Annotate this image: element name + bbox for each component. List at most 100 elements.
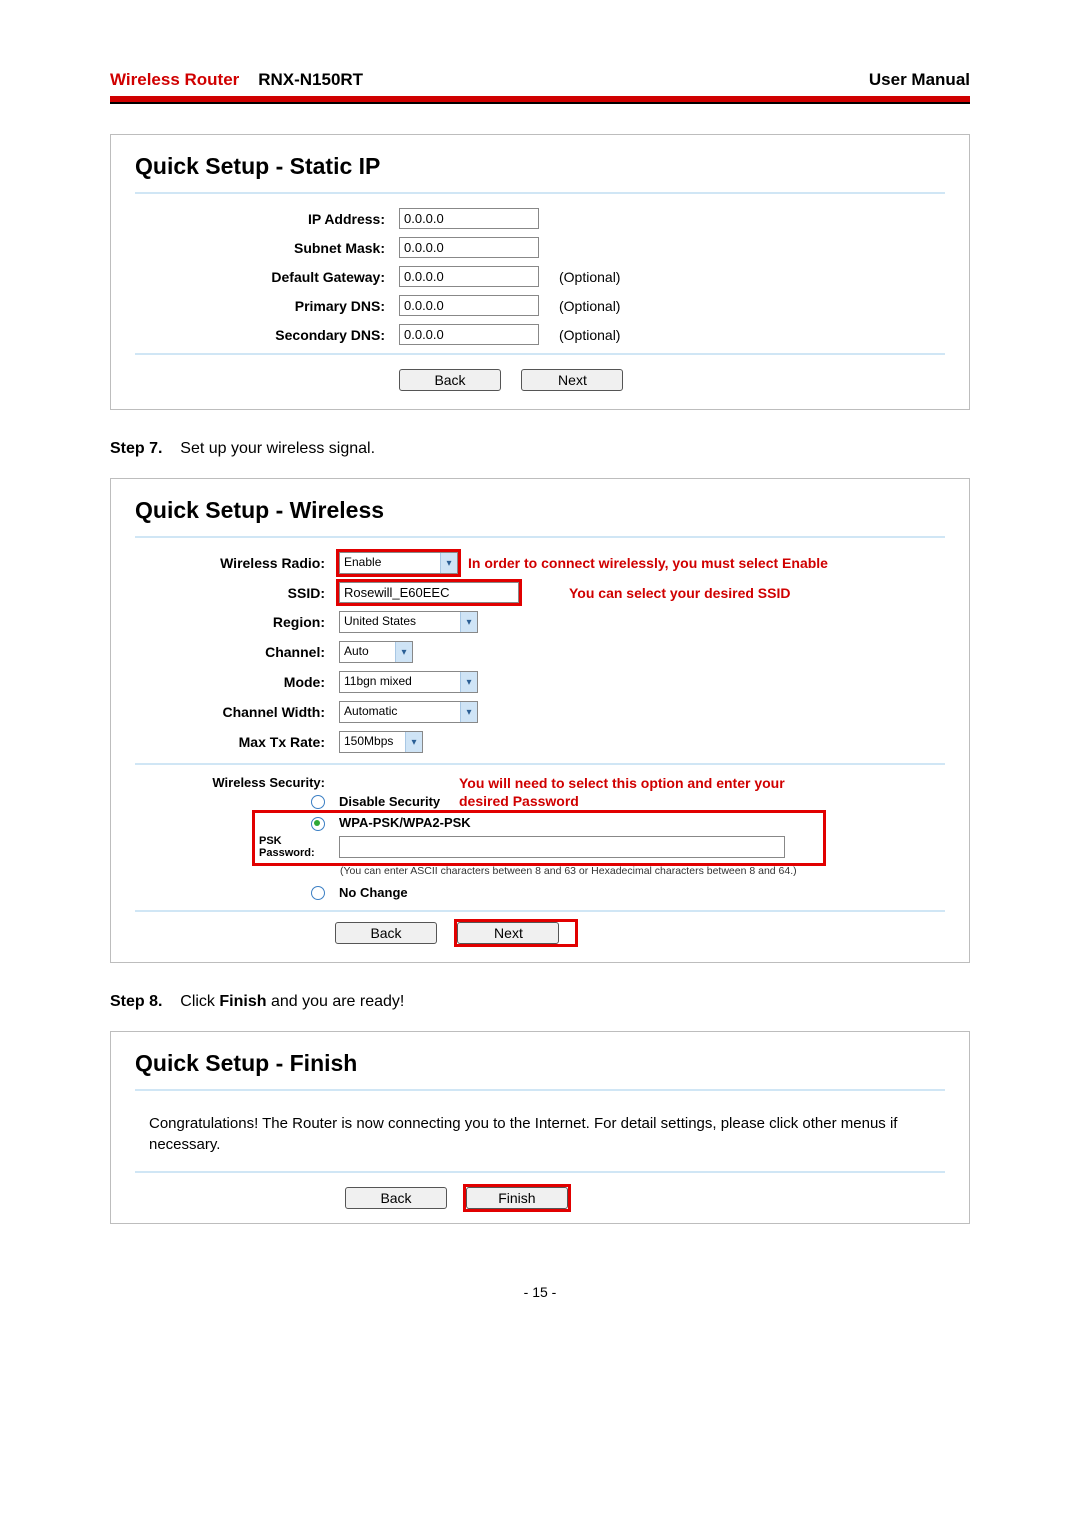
button-row: Back Finish (135, 1187, 945, 1209)
panel-wireless: Quick Setup - Wireless Wireless Radio: E… (110, 478, 970, 963)
step-8-text-prefix: Click (180, 993, 219, 1010)
select-value: United States (340, 612, 460, 632)
panel-static-ip: Quick Setup - Static IP IP Address: Subn… (110, 134, 970, 410)
radio-wpa-psk[interactable] (311, 817, 325, 831)
select-channel[interactable]: Auto ▾ (339, 641, 413, 663)
annot-wireless-radio: In order to connect wirelessly, you must… (468, 555, 828, 571)
highlight-box: Next (457, 922, 575, 944)
divider (135, 1089, 945, 1091)
finish-button[interactable]: Finish (466, 1187, 568, 1209)
button-row: Back Next (135, 369, 945, 391)
label-region: Region: (135, 614, 339, 630)
row-mask: Subnet Mask: (135, 237, 945, 258)
finish-body: Congratulations! The Router is now conne… (135, 1105, 945, 1165)
highlight-box: Enable ▾ (339, 552, 458, 574)
page-header: Wireless Router RNX-N150RT User Manual (110, 70, 970, 96)
input-dns2[interactable] (399, 324, 539, 345)
label-dns2: Secondary DNS: (135, 327, 399, 343)
select-value: Enable (340, 553, 440, 573)
input-gateway[interactable] (399, 266, 539, 287)
header-divider (110, 96, 970, 104)
divider (135, 763, 945, 765)
opt-disable-label: Disable Security (339, 794, 459, 809)
label-ssid: SSID: (135, 585, 339, 601)
chevron-down-icon: ▾ (440, 553, 457, 573)
step-7-text: Set up your wireless signal. (180, 440, 375, 457)
chevron-down-icon: ▾ (460, 672, 477, 692)
input-ip[interactable] (399, 208, 539, 229)
row-opt-nochange: No Change (135, 885, 945, 901)
chevron-down-icon: ▾ (460, 702, 477, 722)
step-8-text-bold: Finish (219, 993, 266, 1010)
header-left: Wireless Router RNX-N150RT (110, 70, 363, 90)
back-button[interactable]: Back (335, 922, 437, 944)
label-wireless-security: Wireless Security: (135, 775, 339, 790)
aux-dns2: (Optional) (559, 327, 620, 343)
divider (135, 910, 945, 912)
back-button[interactable]: Back (345, 1187, 447, 1209)
row-gateway: Default Gateway: (Optional) (135, 266, 945, 287)
row-ssid: SSID: You can select your desired SSID (135, 582, 945, 603)
annot-security-2: desired Password (459, 793, 579, 809)
label-channel: Channel: (135, 644, 339, 660)
label-dns1: Primary DNS: (135, 298, 399, 314)
label-gateway: Default Gateway: (135, 269, 399, 285)
chevron-down-icon: ▾ (460, 612, 477, 632)
opt-nochange-label: No Change (339, 885, 408, 900)
row-wireless-security: Wireless Security: You will need to sele… (135, 775, 945, 793)
chevron-down-icon: ▾ (405, 732, 422, 752)
label-ip: IP Address: (135, 211, 399, 227)
label-wireless-radio: Wireless Radio: (135, 555, 339, 571)
label-psk-password: PSK Password: (259, 835, 339, 859)
row-channel: Channel: Auto ▾ (135, 641, 945, 663)
panel-title: Quick Setup - Finish (135, 1050, 945, 1077)
label-mode: Mode: (135, 674, 339, 690)
panel-title: Quick Setup - Wireless (135, 497, 945, 524)
select-wireless-radio[interactable]: Enable ▾ (339, 552, 458, 574)
row-wireless-radio: Wireless Radio: Enable ▾ In order to con… (135, 552, 945, 574)
chevron-down-icon: ▾ (395, 642, 412, 662)
step-8: Step 8. Click Finish and you are ready! (110, 993, 970, 1011)
select-channel-width[interactable]: Automatic ▾ (339, 701, 478, 723)
next-button[interactable]: Next (521, 369, 623, 391)
label-tx-rate: Max Tx Rate: (135, 734, 339, 750)
row-channel-width: Channel Width: Automatic ▾ (135, 701, 945, 723)
radio-no-change[interactable] (311, 886, 325, 900)
brand-label: Wireless Router (110, 70, 239, 89)
select-tx-rate[interactable]: 150Mbps ▾ (339, 731, 423, 753)
row-mode: Mode: 11bgn mixed ▾ (135, 671, 945, 693)
select-value: 11bgn mixed (340, 672, 460, 692)
manual-page: Wireless Router RNX-N150RT User Manual Q… (0, 0, 1080, 1360)
row-dns2: Secondary DNS: (Optional) (135, 324, 945, 345)
divider (135, 353, 945, 355)
label-channel-width: Channel Width: (135, 704, 339, 720)
panel-title: Quick Setup - Static IP (135, 153, 945, 180)
step-7-label: Step 7. (110, 440, 162, 457)
highlight-box-wpa: WPA-PSK/WPA2-PSK PSK Password: (255, 813, 823, 863)
panel-finish: Quick Setup - Finish Congratulations! Th… (110, 1031, 970, 1224)
input-psk-password[interactable] (339, 836, 785, 858)
row-ip: IP Address: (135, 208, 945, 229)
input-dns1[interactable] (399, 295, 539, 316)
model-label: RNX-N150RT (258, 70, 363, 89)
highlight-box: Finish (466, 1187, 568, 1209)
next-button[interactable]: Next (457, 922, 559, 944)
step-7: Step 7. Set up your wireless signal. (110, 440, 970, 458)
divider (135, 1171, 945, 1173)
select-value: Auto (340, 642, 395, 662)
row-tx-rate: Max Tx Rate: 150Mbps ▾ (135, 731, 945, 753)
row-opt-wpa: WPA-PSK/WPA2-PSK (259, 815, 819, 831)
psk-note: (You can enter ASCII characters between … (340, 865, 945, 877)
back-button[interactable]: Back (399, 369, 501, 391)
annot-security-1: You will need to select this option and … (459, 775, 945, 791)
aux-gateway: (Optional) (559, 269, 620, 285)
row-psk-password: PSK Password: (259, 835, 819, 859)
select-region[interactable]: United States ▾ (339, 611, 478, 633)
input-ssid[interactable] (339, 582, 519, 603)
row-region: Region: United States ▾ (135, 611, 945, 633)
opt-wpa-label: WPA-PSK/WPA2-PSK (339, 815, 471, 830)
input-mask[interactable] (399, 237, 539, 258)
select-mode[interactable]: 11bgn mixed ▾ (339, 671, 478, 693)
radio-disable-security[interactable] (311, 795, 325, 809)
row-opt-disable: Disable Security desired Password (135, 793, 945, 809)
